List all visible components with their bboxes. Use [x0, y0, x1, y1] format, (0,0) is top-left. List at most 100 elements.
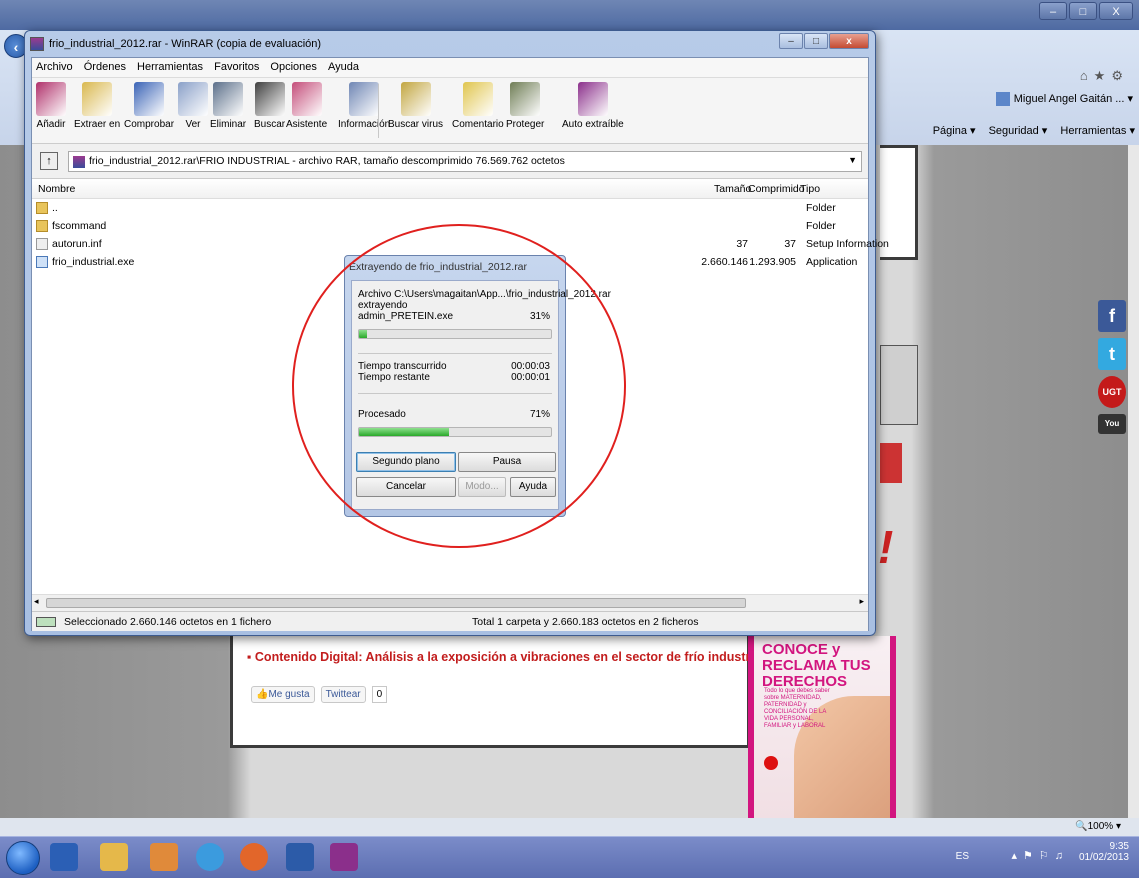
mode-button[interactable]: Modo...: [458, 477, 506, 497]
page-scrollbar[interactable]: [1128, 145, 1139, 818]
tweet-button[interactable]: Twittear: [320, 686, 366, 703]
security-menu[interactable]: Seguridad ▾: [989, 125, 1048, 137]
file-size: 2.660.146: [701, 256, 748, 268]
file-packed: 1.293.905: [749, 256, 796, 268]
toolbar-separator: [378, 84, 379, 138]
word-taskbar-icon[interactable]: [286, 843, 314, 871]
divider: [358, 353, 552, 354]
menu-herramientas[interactable]: Herramientas: [133, 58, 207, 73]
column-size[interactable]: Tamaño: [714, 183, 751, 195]
column-packed[interactable]: Comprimido: [748, 183, 805, 195]
firefox-taskbar-icon[interactable]: [240, 843, 268, 871]
winrar-icon: [30, 37, 44, 51]
language-indicator[interactable]: ES: [956, 851, 969, 862]
divider: [358, 393, 552, 394]
toolbar-button-label: Asistente: [286, 119, 328, 130]
help-button[interactable]: Ayuda: [510, 477, 556, 497]
file-size: 37: [736, 238, 748, 250]
tray-icons[interactable]: ▴⚑⚐♫: [1012, 849, 1070, 862]
current-file: admin_PRETEIN.exe: [358, 311, 454, 322]
browser-titlebar: – □ X: [0, 0, 1139, 30]
file-percent: 31%: [529, 311, 550, 322]
menu-ayuda[interactable]: Ayuda: [324, 58, 363, 73]
facebook-icon[interactable]: f: [1098, 300, 1126, 332]
menu-archivo[interactable]: Archivo: [32, 58, 77, 73]
scroll-thumb[interactable]: [46, 598, 746, 608]
taskbar: ES ▴⚑⚐♫ 9:35 01/02/2013: [0, 836, 1139, 878]
minimize-button[interactable]: –: [779, 33, 803, 49]
toolbar-button[interactable]: Buscar virus: [388, 82, 443, 130]
user-account[interactable]: Miguel Angel Gaitán ... ▾: [995, 92, 1133, 107]
background-button[interactable]: Segundo plano: [356, 452, 456, 472]
chevron-down-icon[interactable]: ▼: [848, 155, 857, 165]
scroll-right-icon[interactable]: ▸: [859, 596, 864, 607]
scroll-left-icon[interactable]: ◂: [34, 596, 39, 607]
social-sidebar: f t UGT You: [1098, 300, 1128, 440]
article-social: 👍Me gusta Twittear 0: [251, 686, 388, 703]
toolbar-button[interactable]: Proteger: [506, 82, 544, 130]
outlook-taskbar-icon[interactable]: [50, 843, 78, 871]
app-taskbar-icon[interactable]: [150, 843, 178, 871]
zoom-level[interactable]: 🔍100% ▾: [1075, 821, 1121, 832]
pause-button[interactable]: Pausa: [458, 452, 556, 472]
winrar-taskbar-icon[interactable]: [330, 843, 358, 871]
toolbar-button[interactable]: Asistente: [286, 82, 327, 130]
toolbar-button[interactable]: Extraer en: [74, 82, 120, 130]
toolbar-button[interactable]: Auto extraíble: [562, 82, 624, 130]
toolbar-button-label: Auto extraíble: [562, 119, 624, 130]
minimize-button[interactable]: –: [1039, 2, 1067, 20]
column-name[interactable]: Nombre: [38, 183, 75, 195]
toolbar-button[interactable]: Eliminar: [210, 82, 246, 130]
processed-percent: 71%: [529, 409, 550, 420]
article-title[interactable]: ▪ Contenido Digital: Análisis a la expos…: [247, 650, 764, 664]
cancel-button[interactable]: Cancelar: [356, 477, 456, 497]
youtube-icon[interactable]: You: [1098, 414, 1126, 434]
winrar-titlebar[interactable]: frio_industrial_2012.rar - WinRAR (copia…: [25, 31, 875, 57]
toolbar-button-label: Comentario: [452, 119, 504, 130]
maximize-button[interactable]: □: [1069, 2, 1097, 20]
clock[interactable]: 9:35 01/02/2013: [1079, 841, 1129, 863]
favorites-icons[interactable]: ⌂★⚙: [1080, 68, 1129, 84]
virus-scan-icon: [400, 82, 431, 116]
tools-menu[interactable]: Herramientas ▾: [1060, 125, 1135, 137]
like-button[interactable]: 👍Me gusta: [251, 686, 315, 703]
start-button[interactable]: [6, 841, 40, 875]
list-header: Nombre Tamaño Comprimido Tipo: [32, 179, 868, 199]
remaining-value: 00:00:01: [511, 372, 550, 383]
table-row[interactable]: fscommand Folder: [32, 218, 868, 236]
column-type[interactable]: Tipo: [800, 183, 820, 195]
table-row[interactable]: autorun.inf 37 37 Setup Information: [32, 236, 889, 254]
up-folder-button[interactable]: ↑: [40, 152, 58, 170]
toolbar-button[interactable]: Información: [338, 82, 390, 130]
page-menu[interactable]: Página ▾: [933, 125, 976, 137]
toolbar-button[interactable]: Añadir: [36, 82, 66, 130]
close-button[interactable]: X: [1099, 2, 1133, 20]
archive-icon: [73, 156, 85, 168]
ad-banner[interactable]: CONOCE y RECLAMA TUS DERECHOS Todo lo qu…: [748, 636, 896, 818]
toolbar-button[interactable]: Buscar: [254, 82, 285, 130]
path-combobox[interactable]: frio_industrial_2012.rar\FRIO INDUSTRIAL…: [68, 151, 862, 172]
toolbar-button-label: Añadir: [36, 119, 66, 130]
toolbar-button[interactable]: Comprobar: [124, 82, 174, 130]
explorer-taskbar-icon[interactable]: [100, 843, 128, 871]
twitter-icon[interactable]: t: [1098, 338, 1126, 370]
menu-opciones[interactable]: Opciones: [266, 58, 320, 73]
ie-taskbar-icon[interactable]: [196, 843, 224, 871]
ugt-icon[interactable]: UGT: [1098, 376, 1126, 408]
status-total: Total 1 carpeta y 2.660.183 octetos en 2…: [472, 616, 699, 628]
horizontal-scrollbar[interactable]: ◂ ▸: [32, 594, 868, 610]
view-glasses-icon: [178, 82, 208, 116]
table-row[interactable]: .. Folder: [32, 200, 868, 218]
toolbar-button[interactable]: Ver: [178, 82, 208, 130]
file-type: Setup Information: [806, 238, 889, 250]
extract-dialog: Extrayendo de frio_industrial_2012.rar A…: [344, 255, 611, 517]
menubar: Archivo Órdenes Herramientas Favoritos O…: [32, 58, 868, 78]
close-button[interactable]: x: [829, 33, 869, 49]
menu-favoritos[interactable]: Favoritos: [210, 58, 263, 73]
toolbar-button[interactable]: Comentario: [452, 82, 504, 130]
winrar-window-controls: – □ x: [778, 33, 869, 49]
elapsed-value: 00:00:03: [511, 361, 550, 372]
menu-ordenes[interactable]: Órdenes: [80, 58, 130, 73]
maximize-button[interactable]: □: [804, 33, 828, 49]
tweet-count: 0: [371, 686, 388, 703]
